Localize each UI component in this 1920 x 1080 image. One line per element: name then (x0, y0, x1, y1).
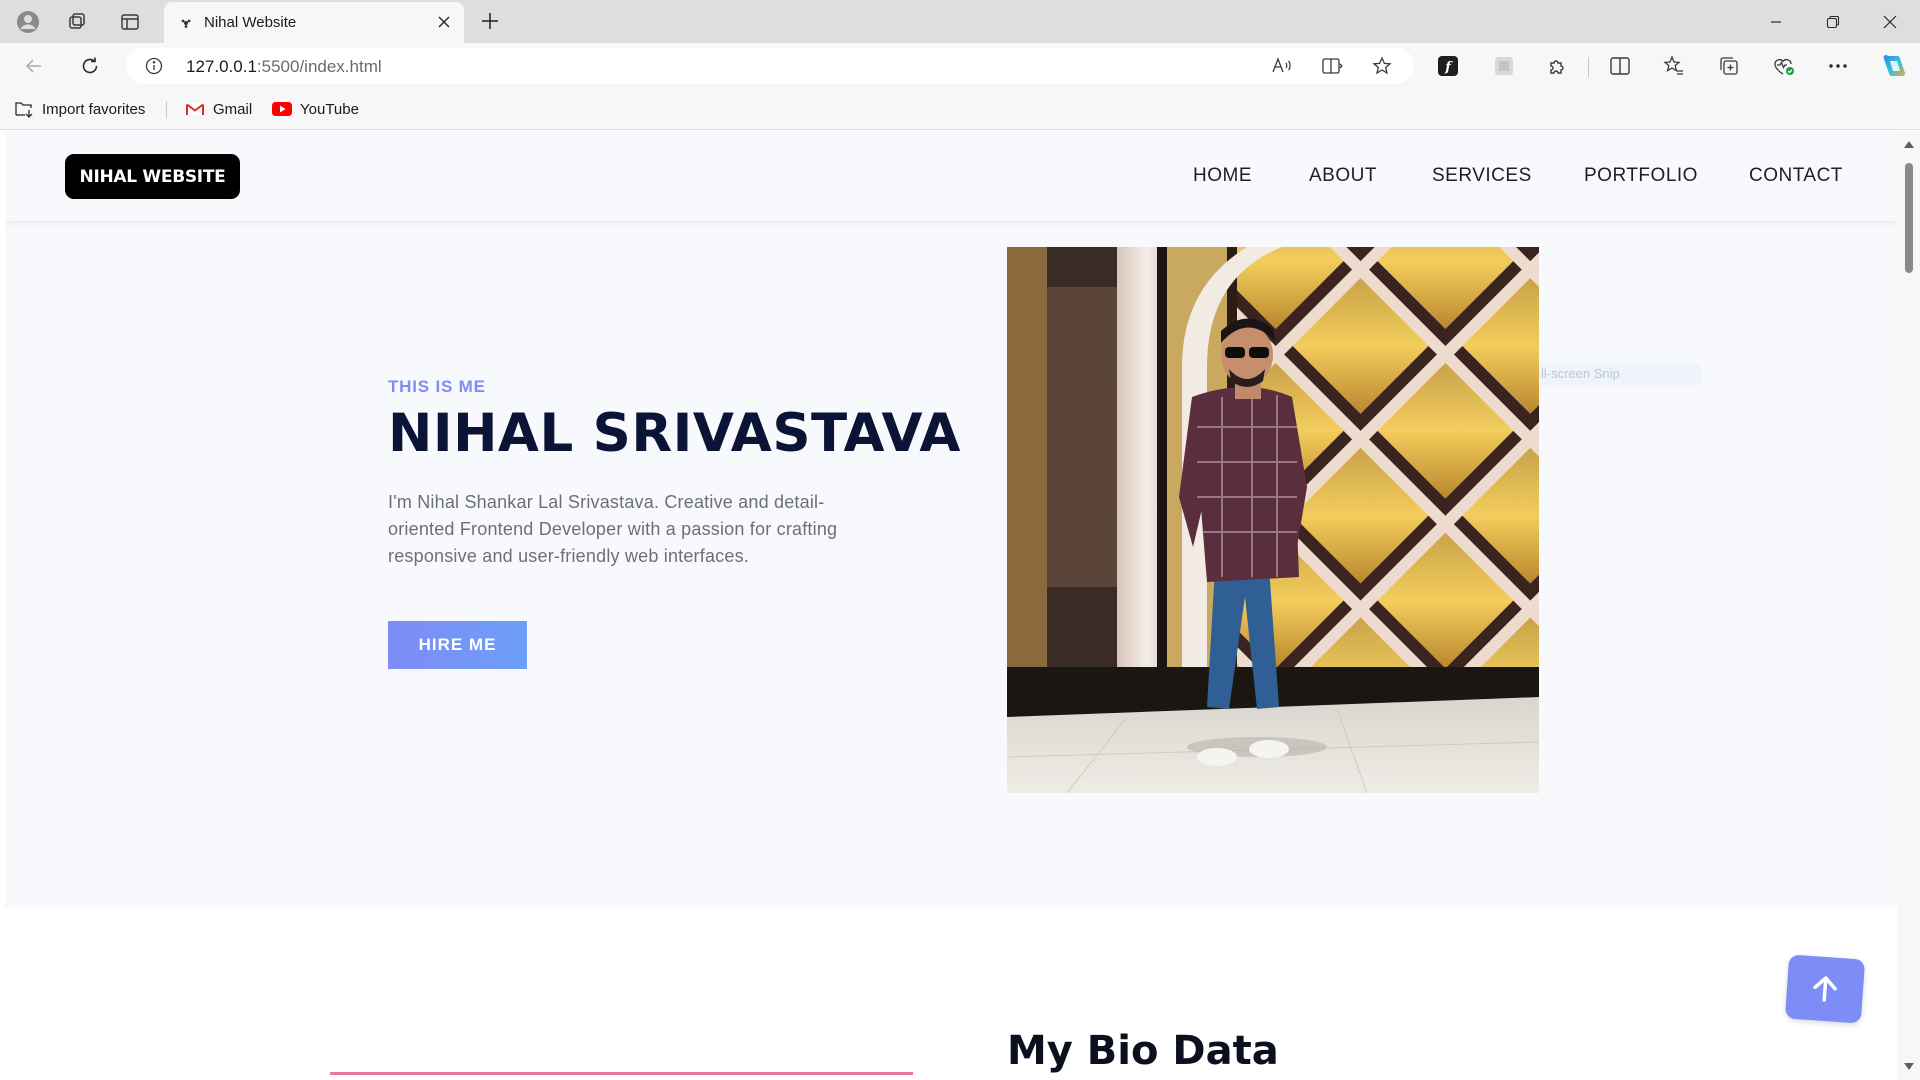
import-favorites-link[interactable]: Import favorites (14, 98, 145, 120)
address-toolbar: 127.0.0.1:5500/index.html f (0, 43, 1920, 89)
site-header: NIHAL WEBSITE HOME ABOUT SERVICES PORTFO… (5, 131, 1898, 221)
restore-button[interactable] (1805, 0, 1861, 43)
page-viewport: NIHAL WEBSITE HOME ABOUT SERVICES PORTFO… (5, 131, 1898, 1078)
immersive-reader-icon[interactable] (1316, 50, 1348, 82)
nav-home[interactable]: HOME (1193, 165, 1252, 187)
nav-about[interactable]: ABOUT (1309, 165, 1377, 187)
font-extension-icon[interactable]: f (1432, 50, 1464, 82)
bio-title: My Bio Data (1007, 1028, 1279, 1074)
snip-ghost-overlay: ll-screen Snip (1539, 363, 1701, 385)
address-bar[interactable]: 127.0.0.1:5500/index.html (126, 48, 1414, 84)
profile-icon[interactable] (12, 6, 44, 38)
read-aloud-icon[interactable] (1266, 50, 1298, 82)
nav-contact[interactable]: CONTACT (1749, 165, 1843, 187)
youtube-icon (272, 99, 292, 119)
tab-title: Nihal Website (204, 14, 297, 31)
new-tab-button[interactable] (474, 5, 506, 37)
active-tab[interactable]: Nihal Website (164, 2, 464, 43)
gmail-icon (185, 99, 205, 119)
collections-icon[interactable] (1713, 50, 1745, 82)
favorites-list-icon[interactable] (1658, 50, 1690, 82)
scroll-up-arrow-icon[interactable] (1904, 141, 1914, 148)
close-tab-icon[interactable] (432, 10, 456, 34)
scroll-down-arrow-icon[interactable] (1904, 1063, 1914, 1070)
extensions-puzzle-icon[interactable] (1542, 50, 1574, 82)
tab-strip: Nihal Website (0, 0, 1920, 43)
url-text: 127.0.0.1:5500/index.html (186, 57, 382, 76)
site-favicon-icon (178, 15, 194, 31)
site-info-icon[interactable] (144, 56, 164, 76)
arrow-up-icon (1813, 976, 1837, 1002)
more-options-icon[interactable] (1822, 50, 1854, 82)
profile-photo (1007, 247, 1539, 793)
hire-me-button[interactable]: HIRE ME (388, 621, 527, 669)
browser-essentials-icon[interactable] (1768, 50, 1800, 82)
nav-portfolio[interactable]: PORTFOLIO (1584, 165, 1698, 187)
hero-name: NIHAL SRIVASTAVA (388, 403, 961, 464)
page-scrollbar[interactable] (1898, 131, 1920, 1080)
hero-description: I'm Nihal Shankar Lal Srivastava. Creati… (388, 492, 838, 566)
copilot-icon[interactable] (1878, 50, 1910, 82)
vertical-tabs-icon[interactable] (114, 6, 146, 38)
scroll-to-top-button[interactable] (1784, 954, 1866, 1024)
youtube-link[interactable]: YouTube (272, 98, 359, 120)
hero-eyebrow: THIS IS ME (388, 377, 486, 396)
favorite-star-icon[interactable] (1366, 50, 1398, 82)
scrollbar-thumb[interactable] (1905, 163, 1913, 273)
gmail-link[interactable]: Gmail (185, 98, 252, 120)
minimize-button[interactable] (1748, 0, 1804, 43)
bio-section: My Bio Data (5, 908, 1898, 1078)
close-window-button[interactable] (1862, 0, 1918, 43)
import-folder-icon (14, 99, 34, 119)
site-logo[interactable]: NIHAL WEBSITE (65, 154, 240, 199)
workspaces-icon[interactable] (61, 6, 93, 38)
bio-underline (330, 1072, 913, 1075)
favorites-separator (166, 101, 167, 119)
favorites-bar: Import favorites Gmail YouTube (0, 89, 1920, 130)
toolbar-separator (1588, 57, 1589, 77)
split-screen-icon[interactable] (1604, 50, 1636, 82)
back-arrow-icon[interactable] (18, 50, 50, 82)
extension-placeholder-icon[interactable] (1488, 50, 1520, 82)
refresh-icon[interactable] (74, 50, 106, 82)
nav-services[interactable]: SERVICES (1432, 165, 1532, 187)
